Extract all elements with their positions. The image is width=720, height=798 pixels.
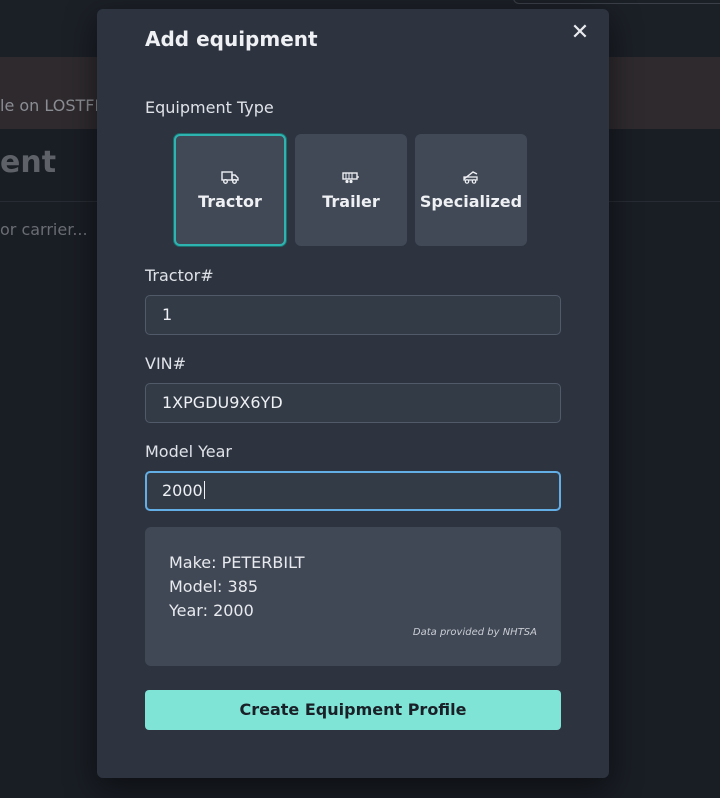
modal-title: Add equipment xyxy=(145,27,318,51)
close-icon[interactable]: ✕ xyxy=(569,22,591,45)
tractor-icon xyxy=(221,170,239,184)
add-equipment-modal: Add equipment ✕ Equipment Type Tractor T… xyxy=(97,9,609,778)
type-label-trailer: Trailer xyxy=(322,191,380,211)
equipment-type-label: Equipment Type xyxy=(145,98,274,117)
type-card-tractor[interactable]: Tractor xyxy=(174,134,286,246)
type-card-specialized[interactable]: Specialized xyxy=(415,134,527,246)
tractor-number-input[interactable]: 1 xyxy=(145,295,561,335)
vin-input[interactable]: 1XPGDU9X6YD xyxy=(145,383,561,423)
model-year-value: 2000 xyxy=(162,481,203,500)
type-label-tractor: Tractor xyxy=(198,191,262,211)
tractor-number-label: Tractor# xyxy=(145,266,214,285)
vin-label: VIN# xyxy=(145,354,187,373)
text-caret xyxy=(203,481,205,499)
specialized-icon xyxy=(462,170,480,184)
vehicle-make: Make: PETERBILT xyxy=(169,553,305,572)
vehicle-year: Year: 2000 xyxy=(169,601,254,620)
vehicle-model: Model: 385 xyxy=(169,577,259,596)
data-source-note: Data provided by NHTSA xyxy=(412,627,537,638)
model-year-input[interactable]: 2000 xyxy=(145,471,561,511)
background-search xyxy=(513,0,720,4)
vehicle-info-box: Make: PETERBILT Model: 385 Year: 2000 Da… xyxy=(145,527,561,666)
type-card-trailer[interactable]: Trailer xyxy=(295,134,407,246)
equipment-type-selector: Tractor Trailer Specialized xyxy=(174,134,529,247)
trailer-icon xyxy=(342,170,360,184)
background-heading: ent xyxy=(0,145,57,180)
background-banner-text: le on LOSTFR xyxy=(0,96,106,115)
background-subtext: or carrier... xyxy=(0,220,88,239)
type-label-specialized: Specialized xyxy=(419,191,523,211)
create-equipment-profile-button[interactable]: Create Equipment Profile xyxy=(145,690,561,730)
model-year-label: Model Year xyxy=(145,442,232,461)
